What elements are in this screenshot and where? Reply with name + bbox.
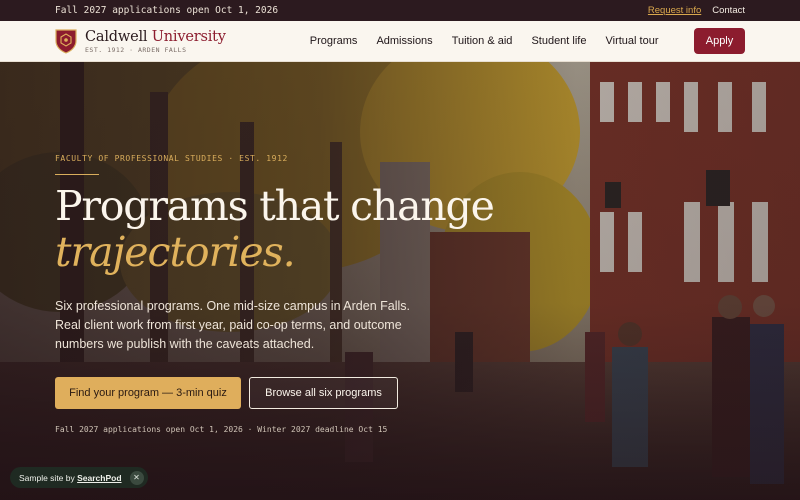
hero-section: FACULTY OF PROFESSIONAL STUDIES · EST. 1… (0, 62, 800, 500)
badge-prefix: Sample site by (19, 472, 78, 483)
apply-button[interactable]: Apply (694, 28, 745, 54)
contact-link[interactable]: Contact (712, 5, 745, 16)
eyebrow-rule (55, 174, 99, 175)
hero-overlay (0, 62, 800, 500)
nav-item-tuition-aid[interactable]: Tuition & aid (452, 35, 513, 47)
brand-logo[interactable]: Caldwell University EST. 1912 · ARDEN FA… (55, 28, 226, 54)
utility-links: Request info Contact (648, 5, 745, 16)
hero-lede: Six professional programs. One mid-size … (55, 299, 411, 351)
brand-subline: EST. 1912 · ARDEN FALLS (85, 45, 187, 54)
crest-icon (55, 29, 77, 54)
find-program-quiz-button[interactable]: Find your program — 3-min quiz (55, 377, 241, 409)
university-name-part2: University (151, 28, 226, 45)
request-info-link[interactable]: Request info (648, 5, 701, 16)
application-deadlines: Fall 2027 applications open Oct 1, 2026 … (55, 425, 388, 434)
nav-item-virtual-tour[interactable]: Virtual tour (605, 35, 658, 47)
university-name-part1: Caldwell (85, 28, 152, 45)
hero-headline: Programs that change (55, 182, 495, 230)
browse-programs-button[interactable]: Browse all six programs (249, 377, 398, 409)
badge-brand-link[interactable]: SearchPod (77, 473, 121, 483)
nav-item-student-life[interactable]: Student life (531, 35, 586, 47)
close-icon[interactable]: ✕ (129, 470, 144, 485)
sample-site-badge[interactable]: Sample site by SearchPod ✕ (10, 467, 148, 488)
announcement-text: Fall 2027 applications open Oct 1, 2026 (55, 5, 279, 16)
nav-menu: Programs Admissions Tuition & aid Studen… (310, 35, 659, 47)
hero-headline-italic: trajectories. (55, 228, 296, 276)
main-nav: Caldwell University EST. 1912 · ARDEN FA… (0, 21, 800, 62)
university-name: Caldwell University (85, 29, 226, 45)
hero-cta-group: Find your program — 3-min quiz Browse al… (55, 377, 398, 409)
announcement-bar: Fall 2027 applications open Oct 1, 2026 … (0, 0, 800, 21)
nav-item-programs[interactable]: Programs (310, 35, 358, 47)
badge-text: Sample site by SearchPod (19, 473, 122, 483)
nav-item-admissions[interactable]: Admissions (376, 35, 432, 47)
hero-eyebrow: FACULTY OF PROFESSIONAL STUDIES · EST. 1… (55, 154, 288, 163)
